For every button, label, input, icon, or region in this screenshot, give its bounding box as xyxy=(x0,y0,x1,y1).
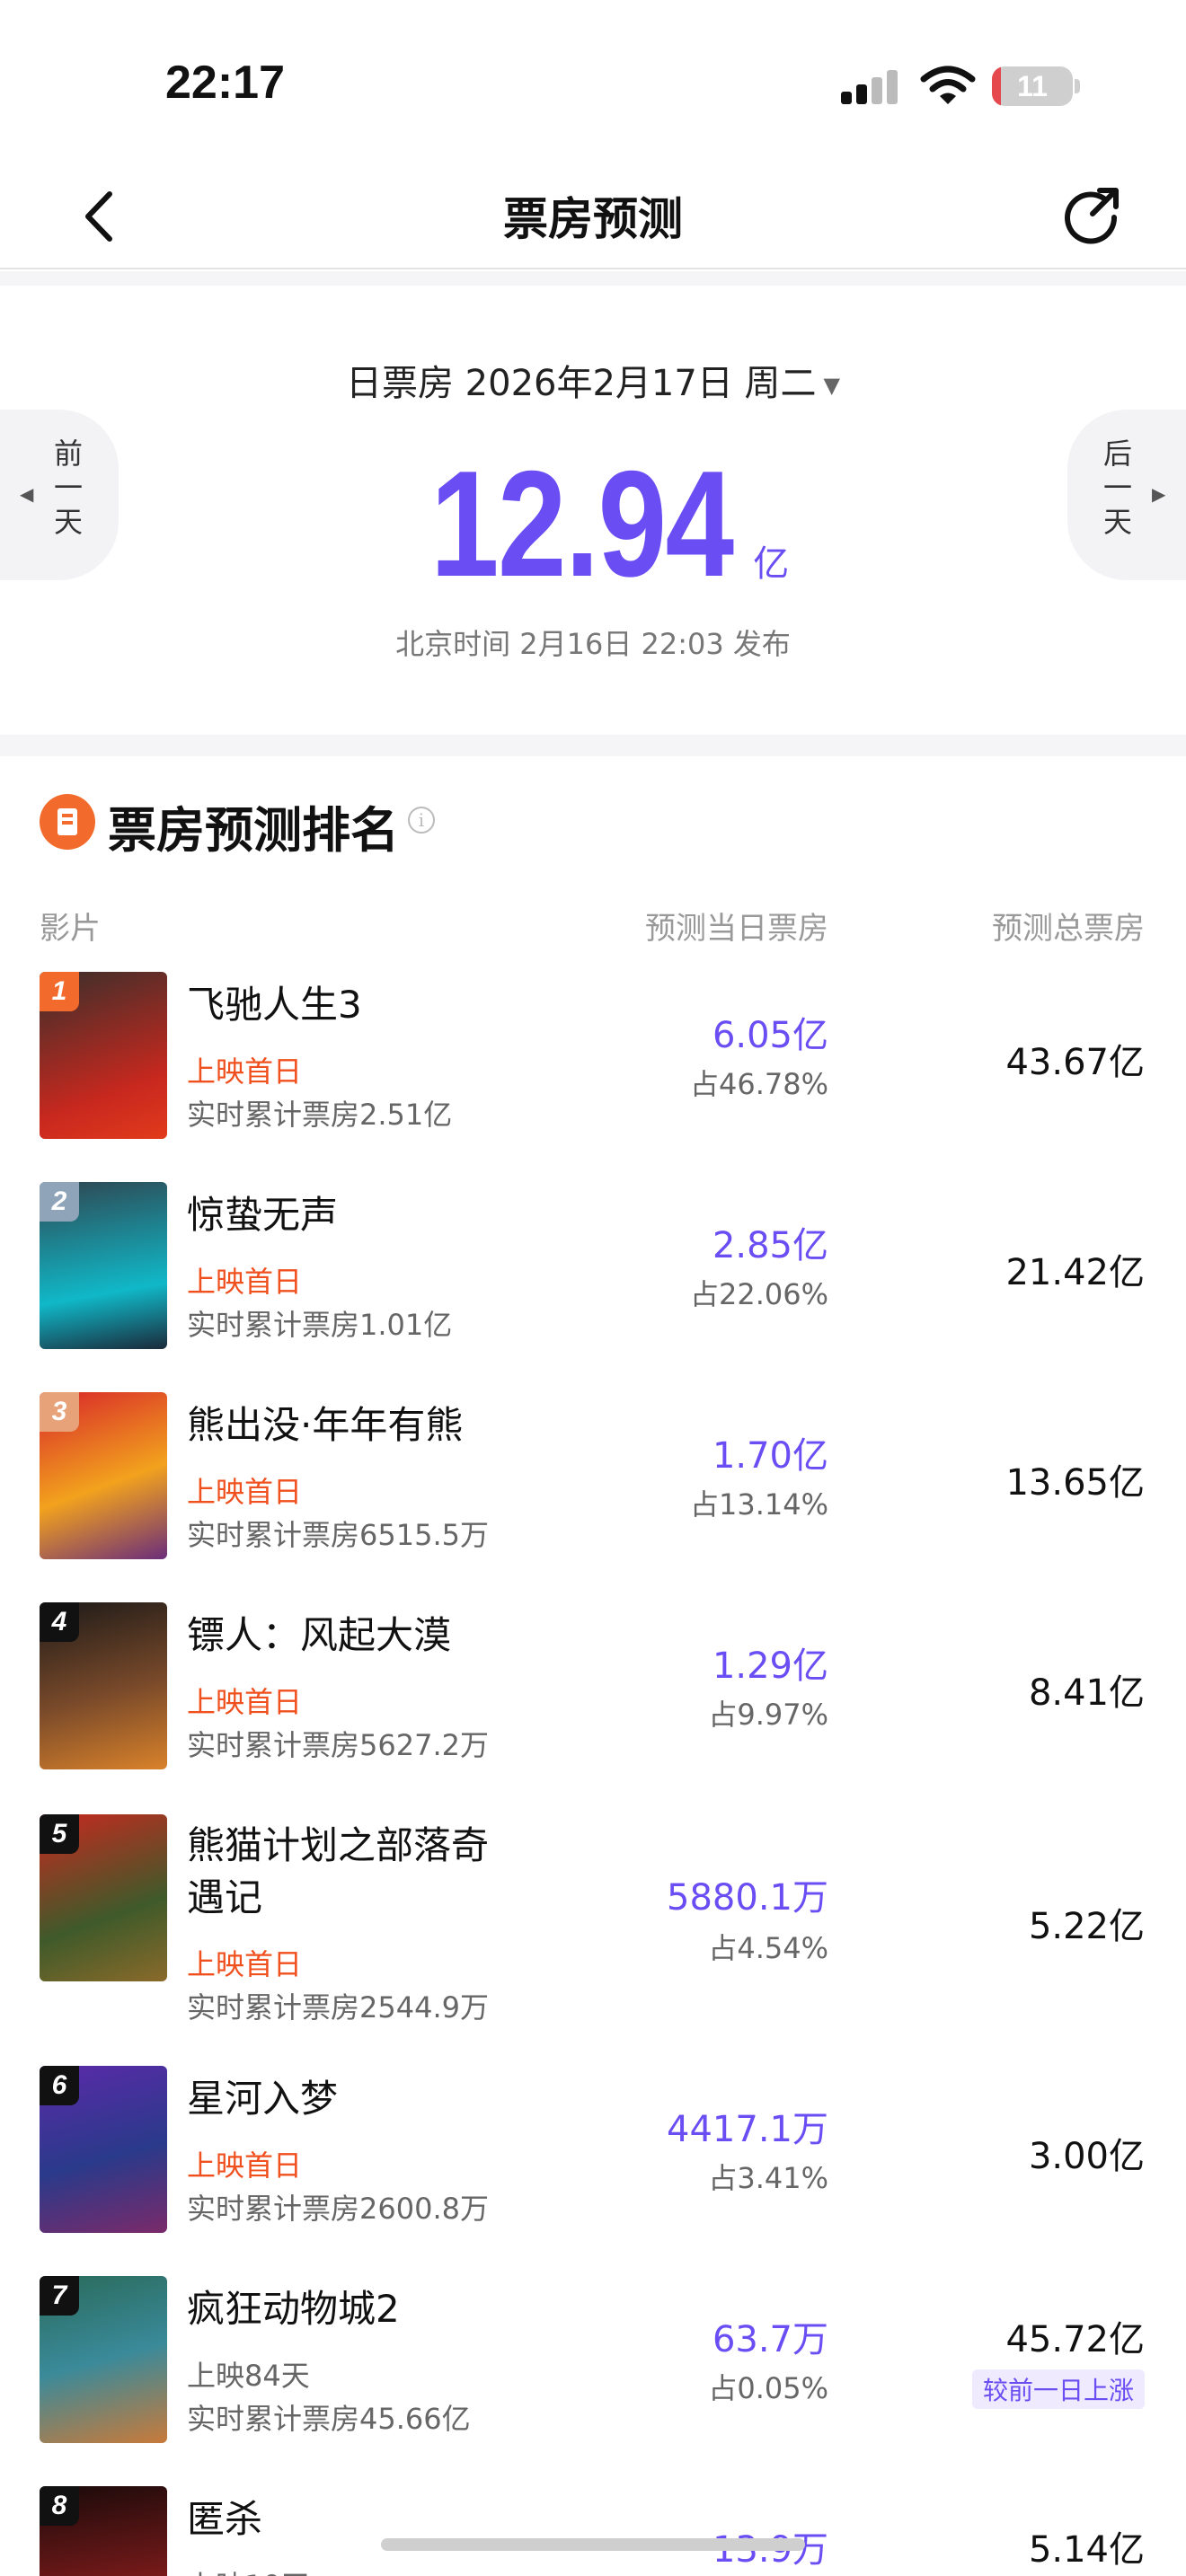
info-icon[interactable]: i xyxy=(408,807,435,834)
home-indicator[interactable] xyxy=(381,2538,805,2551)
battery-percent: 11 xyxy=(1017,70,1048,102)
table-row[interactable]: 7 疯狂动物城2 上映84天 实时累计票房45.66亿 63.7万 占0.05%… xyxy=(0,2276,1186,2456)
ranking-logo-icon xyxy=(40,794,95,850)
rank-badge: 5 xyxy=(40,1814,79,1854)
table-row[interactable]: 6 星河入梦 上映首日 实时累计票房2600.8万 4417.1万 占3.41%… xyxy=(0,2066,1186,2245)
rank-badge: 8 xyxy=(40,2486,79,2526)
battery-cap xyxy=(1075,79,1080,93)
share-percent: 占4.54% xyxy=(708,1931,828,1965)
rank-badge: 6 xyxy=(40,2066,79,2105)
predicted-day-box: 63.7万 xyxy=(712,2319,828,2360)
predicted-total: 8.41亿 xyxy=(1028,1672,1145,1714)
caret-down-icon: ▼ xyxy=(823,373,841,398)
share-percent: 占0.05% xyxy=(708,2371,828,2405)
date-label: 日票房 2026年2月17日 周二 xyxy=(345,363,817,404)
share-icon xyxy=(1065,188,1119,244)
release-status: 上映首日 xyxy=(187,2148,303,2183)
predicted-total: 5.22亿 xyxy=(1028,1906,1145,1947)
movie-title: 镖人：风起大漠 xyxy=(187,1613,452,1657)
rank-badge: 2 xyxy=(40,1182,79,1222)
movie-poster: 2 xyxy=(40,1182,167,1349)
daily-total-value: 12.94 xyxy=(429,439,734,608)
publish-note: 北京时间 2月16日 22:03 发布 xyxy=(395,627,791,661)
predicted-total: 3.00亿 xyxy=(1028,2136,1145,2177)
predicted-total: 45.72亿 xyxy=(1005,2319,1145,2360)
share-percent: 占3.41% xyxy=(708,2161,828,2195)
movie-poster: 4 xyxy=(40,1602,167,1769)
release-status: 上映84天 xyxy=(187,2359,310,2393)
table-row[interactable]: 2 惊蛰无声 上映首日 实时累计票房1.01亿 2.85亿 占22.06% 21… xyxy=(0,1182,1186,1362)
predicted-day-box: 6.05亿 xyxy=(712,1015,828,1056)
battery-icon: 11 xyxy=(992,66,1073,106)
cellular-signal-icon xyxy=(841,68,898,104)
release-status: 上映首日 xyxy=(187,1947,303,1981)
movie-title: 飞驰人生3 xyxy=(187,983,362,1027)
status-time: 22:17 xyxy=(165,57,285,109)
predicted-total: 5.14亿 xyxy=(1028,2529,1145,2571)
cumulative-box-office: 实时累计票房2600.8万 xyxy=(187,2192,489,2226)
share-button[interactable] xyxy=(1060,183,1123,246)
table-row[interactable]: 8 匿杀 上映10天 13.9万 5.14亿 xyxy=(0,2486,1186,2576)
cumulative-box-office: 实时累计票房2544.9万 xyxy=(187,1990,489,2025)
status-bar: 22:17 11 xyxy=(0,0,1186,162)
table-row[interactable]: 3 熊出没·年年有熊 上映首日 实时累计票房6515.5万 1.70亿 占13.… xyxy=(0,1392,1186,1572)
rank-badge: 4 xyxy=(40,1602,79,1642)
daily-total-unit: 亿 xyxy=(753,543,790,585)
cumulative-box-office: 实时累计票房45.66亿 xyxy=(187,2402,471,2436)
release-status: 上映10天 xyxy=(187,2563,310,2576)
release-status: 上映首日 xyxy=(187,1475,303,1509)
trend-tag: 较前一日上涨 xyxy=(971,2369,1145,2409)
predicted-total: 21.42亿 xyxy=(1005,1252,1145,1293)
predicted-day-box: 2.85亿 xyxy=(712,1225,828,1266)
section-divider xyxy=(0,735,1186,756)
share-percent: 占13.14% xyxy=(689,1487,828,1522)
page-title: 票房预测 xyxy=(503,193,683,245)
rank-badge: 7 xyxy=(40,2276,79,2316)
movie-title: 星河入梦 xyxy=(187,2077,339,2121)
movie-title: 惊蛰无声 xyxy=(187,1193,339,1237)
predicted-total: 43.67亿 xyxy=(1005,1042,1145,1083)
movie-poster: 5 xyxy=(40,1814,167,1981)
col-header-total: 预测总票房 xyxy=(992,911,1145,947)
movie-title: 熊出没·年年有熊 xyxy=(187,1403,464,1447)
rank-badge: 3 xyxy=(40,1392,79,1432)
cumulative-box-office: 实时累计票房2.51亿 xyxy=(187,1098,453,1132)
movie-poster: 8 xyxy=(40,2486,167,2576)
rank-badge: 1 xyxy=(40,972,79,1011)
movie-poster: 6 xyxy=(40,2066,167,2233)
col-header-film: 影片 xyxy=(40,911,101,947)
predicted-day-box: 5880.1万 xyxy=(667,1877,828,1919)
col-header-day: 预测当日票房 xyxy=(645,911,828,947)
cumulative-box-office: 实时累计票房1.01亿 xyxy=(187,1308,453,1342)
nav-bar: 票房预测 xyxy=(0,162,1186,269)
table-row[interactable]: 1 飞驰人生3 上映首日 实时累计票房2.51亿 6.05亿 占46.78% 4… xyxy=(0,972,1186,1151)
cumulative-box-office: 实时累计票房5627.2万 xyxy=(187,1728,489,1762)
table-row[interactable]: 4 镖人：风起大漠 上映首日 实时累计票房5627.2万 1.29亿 占9.97… xyxy=(0,1602,1186,1782)
movie-poster: 7 xyxy=(40,2276,167,2443)
date-selector[interactable]: 日票房 2026年2月17日 周二 ▼ xyxy=(0,354,1186,406)
wifi-icon xyxy=(920,65,976,108)
movie-poster: 1 xyxy=(40,972,167,1139)
movie-title: 熊猫计划之部落奇遇记 xyxy=(187,1823,490,1919)
share-percent: 占9.97% xyxy=(708,1698,828,1732)
cumulative-box-office: 实时累计票房6515.5万 xyxy=(187,1518,489,1552)
divider xyxy=(0,271,1186,286)
predicted-total: 13.65亿 xyxy=(1005,1462,1145,1504)
predicted-day-box: 1.70亿 xyxy=(712,1435,828,1477)
share-percent: 占46.78% xyxy=(689,1067,828,1101)
release-status: 上映首日 xyxy=(187,1054,303,1089)
movie-title: 疯狂动物城2 xyxy=(187,2287,400,2331)
release-status: 上映首日 xyxy=(187,1265,303,1299)
table-row[interactable]: 5 熊猫计划之部落奇遇记 上映首日 实时累计票房2544.9万 5880.1万 … xyxy=(0,1813,1186,2037)
release-status: 上映首日 xyxy=(187,1685,303,1719)
predicted-day-box: 4417.1万 xyxy=(667,2109,828,2150)
movie-poster: 3 xyxy=(40,1392,167,1559)
daily-total: 12.94 亿 xyxy=(0,439,1186,608)
share-percent: 占22.06% xyxy=(689,1277,828,1311)
predicted-day-box: 1.29亿 xyxy=(712,1645,828,1687)
ranking-title: 票房预测排名 xyxy=(108,802,399,859)
